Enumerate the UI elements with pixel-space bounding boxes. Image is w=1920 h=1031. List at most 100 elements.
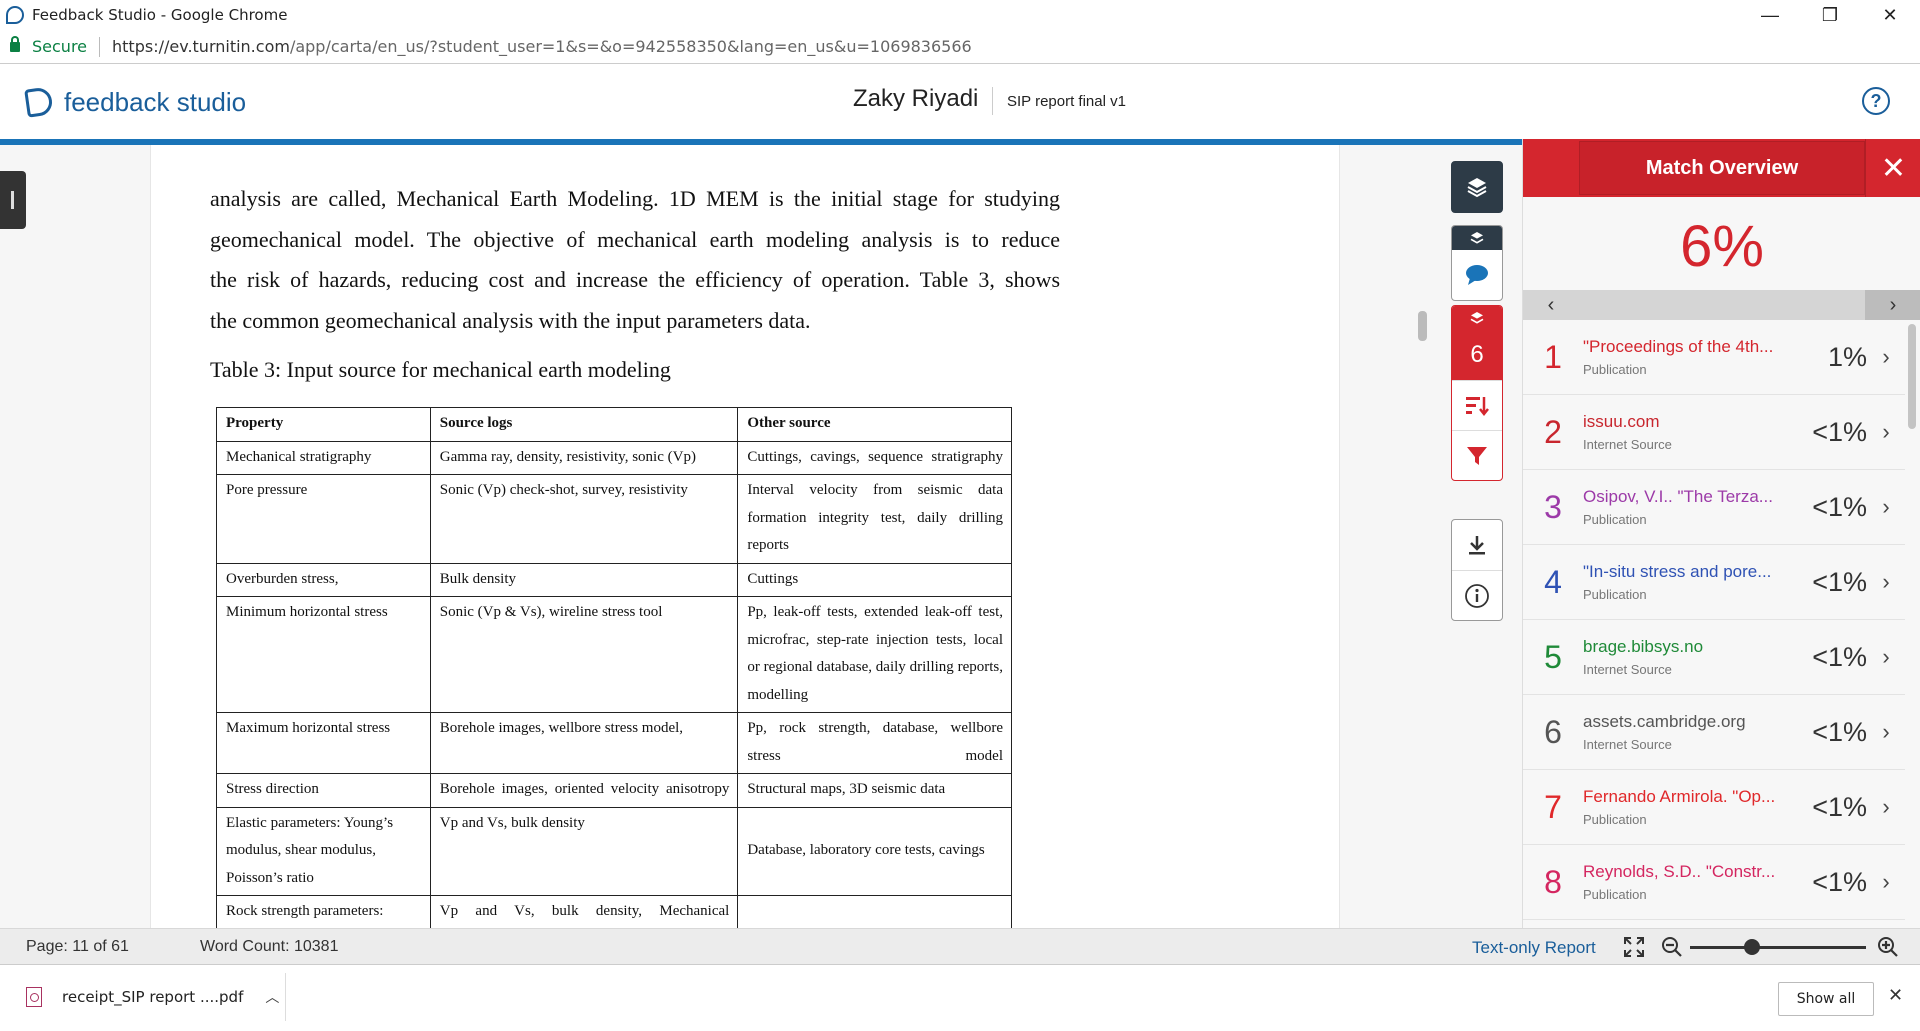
match-source-title[interactable]: Osipov, V.I.. "The Terza... <box>1583 487 1793 507</box>
chevron-up-icon[interactable]: ︿ <box>265 987 279 1007</box>
next-match-icon[interactable]: › <box>1865 290 1920 320</box>
match-info: Fernando Armirola. "Op... Publication <box>1583 787 1793 827</box>
previous-match-icon[interactable]: ‹ <box>1523 290 1579 320</box>
similarity-layer-cap <box>1452 306 1502 330</box>
chevron-right-icon[interactable]: › <box>1867 644 1905 670</box>
chevron-right-icon[interactable]: › <box>1867 569 1905 595</box>
match-number: 6 <box>1544 713 1562 750</box>
url-path[interactable]: /app/carta/en_us/?student_user=1&s=&o=94… <box>290 37 972 56</box>
table-cell <box>737 895 1012 928</box>
chevron-right-icon[interactable]: › <box>1867 344 1905 370</box>
comments-button[interactable] <box>1452 250 1502 300</box>
match-info: "Proceedings of the 4th... Publication <box>1583 337 1793 377</box>
match-list-item[interactable]: 2 issuu.com Internet Source <1% › <box>1523 395 1905 470</box>
chevron-right-icon[interactable]: › <box>1867 869 1905 895</box>
match-source-title[interactable]: issuu.com <box>1583 412 1793 432</box>
header-separator <box>992 87 993 115</box>
table-cell: Database, laboratory core tests, cavings <box>737 806 1012 896</box>
download-file-name[interactable]: receipt_SIP report ....pdf <box>62 988 243 1006</box>
match-number: 1 <box>1544 338 1562 375</box>
match-info: brage.bibsys.no Internet Source <box>1583 637 1793 677</box>
similarity-layer-group[interactable]: 6 <box>1451 305 1503 481</box>
match-number: 5 <box>1544 638 1562 675</box>
table-cell: Vp and Vs, bulk density <box>429 806 739 896</box>
match-list-item[interactable]: 4 "In-situ stress and pore... Publication <… <box>1523 545 1905 620</box>
restore-icon[interactable]: ❐ <box>1800 0 1860 30</box>
layers-icon <box>1467 178 1487 198</box>
close-shelf-icon[interactable]: ✕ <box>1888 985 1903 1006</box>
match-list-item[interactable]: 1 "Proceedings of the 4th... Publication 1%… <box>1523 320 1905 395</box>
table-row: Overburden stress, Bulk density Cuttings <box>216 562 1012 597</box>
table-cell: Mechanical stratigraphy <box>216 440 431 475</box>
zoom-in-icon[interactable] <box>1876 935 1900 959</box>
match-source-type: Internet Source <box>1583 662 1672 677</box>
download-icon <box>1469 536 1485 555</box>
table-row: Rock strength parameters: Vp and Vs, bul… <box>216 895 1012 928</box>
match-source-title[interactable]: Reynolds, S.D.. "Constr... <box>1583 862 1793 882</box>
similarity-count-badge[interactable]: 6 <box>1452 330 1502 380</box>
match-list-item[interactable]: 6 assets.cambridge.org Internet Source <1% › <box>1523 695 1905 770</box>
download-button[interactable] <box>1452 520 1502 570</box>
app-header: feedback studio Zaky Riyadi SIP report f… <box>0 65 1920 139</box>
expand-icon[interactable] <box>1622 935 1646 959</box>
table-row: Minimum horizontal stress Sonic (Vp & Vs… <box>216 596 1012 713</box>
url-host[interactable]: https://ev.turnitin.com <box>112 37 290 56</box>
match-source-title[interactable]: brage.bibsys.no <box>1583 637 1793 657</box>
chevron-right-icon[interactable]: › <box>1867 419 1905 445</box>
table-row: Elastic parameters: Young’s modulus, she… <box>216 806 1012 896</box>
info-button[interactable] <box>1452 570 1502 620</box>
table-header: Source logs <box>429 407 739 442</box>
overall-similarity-percent: 6% <box>1680 214 1764 279</box>
match-source-title[interactable]: assets.cambridge.org <box>1583 712 1793 732</box>
grading-layer-group[interactable] <box>1451 225 1503 301</box>
secure-label[interactable]: Secure <box>32 37 87 56</box>
utility-group[interactable] <box>1451 519 1503 621</box>
panel-scrollbar[interactable] <box>1908 324 1916 429</box>
match-list-item[interactable]: 3 Osipov, V.I.. "The Terza... Publication <… <box>1523 470 1905 545</box>
close-icon[interactable]: ✕ <box>1865 139 1920 197</box>
window-controls: — ❐ ✕ <box>1740 0 1920 30</box>
table-cell: Minimum horizontal stress <box>216 596 431 713</box>
chevron-right-icon[interactable]: › <box>1867 794 1905 820</box>
document-scrollbar[interactable] <box>1418 311 1427 341</box>
help-icon[interactable]: ? <box>1862 87 1890 115</box>
feedback-studio-logo[interactable]: feedback studio <box>24 86 246 118</box>
table-row: Stress direction Borehole images, orient… <box>216 773 1012 808</box>
match-info: "In-situ stress and pore... Publication <box>1583 562 1793 602</box>
side-panel-toggle[interactable] <box>0 171 26 229</box>
match-list-item[interactable]: 7 Fernando Armirola. "Op... Publication <1%… <box>1523 770 1905 845</box>
filter-button[interactable] <box>1452 430 1502 480</box>
table-cell: Cuttings <box>737 562 1012 597</box>
match-list-item[interactable]: 8 Reynolds, S.D.. "Constr... Publication <1… <box>1523 845 1905 920</box>
zoom-slider-track[interactable] <box>1690 946 1866 949</box>
zoom-slider-handle[interactable] <box>1744 939 1760 955</box>
document-title: SIP report final v1 <box>1007 93 1126 110</box>
match-source-type: Publication <box>1583 812 1647 827</box>
layers-icon <box>1470 312 1484 324</box>
table-row: Mechanical stratigraphy Gamma ray, densi… <box>216 440 1012 475</box>
url-text[interactable]: https://ev.turnitin.com/app/carta/en_us/… <box>112 37 972 56</box>
text-only-report-link[interactable]: Text-only Report <box>1472 938 1596 958</box>
lock-icon[interactable] <box>10 35 20 52</box>
match-source-title[interactable]: "In-situ stress and pore... <box>1583 562 1793 582</box>
match-info: Reynolds, S.D.. "Constr... Publication <box>1583 862 1793 902</box>
minimize-icon[interactable]: — <box>1740 0 1800 30</box>
chevron-right-icon[interactable]: › <box>1867 719 1905 745</box>
table-header: Other source <box>737 407 1012 442</box>
show-all-button[interactable]: Show all <box>1778 982 1874 1016</box>
table-cell: Sonic (Vp) check-shot, survey, resistivi… <box>429 474 739 564</box>
match-source-title[interactable]: "Proceedings of the 4th... <box>1583 337 1793 357</box>
all-sources-button[interactable] <box>1452 380 1502 430</box>
match-list-item[interactable]: 5 brage.bibsys.no Internet Source <1% › <box>1523 620 1905 695</box>
close-window-icon[interactable]: ✕ <box>1860 0 1920 30</box>
match-source-type: Publication <box>1583 362 1647 377</box>
zoom-out-icon[interactable] <box>1660 935 1684 959</box>
document-viewer[interactable]: analysis are called, Mechanical Earth Mo… <box>0 145 1522 928</box>
match-source-title[interactable]: Fernando Armirola. "Op... <box>1583 787 1793 807</box>
address-bar[interactable]: Secure https://ev.turnitin.com/app/carta… <box>0 30 1920 64</box>
chevron-right-icon[interactable]: › <box>1867 494 1905 520</box>
address-separator <box>99 36 101 57</box>
download-item[interactable]: receipt_SIP report ....pdf ︿ <box>0 973 286 1021</box>
match-info: assets.cambridge.org Internet Source <box>1583 712 1793 752</box>
layers-button[interactable] <box>1451 161 1503 213</box>
